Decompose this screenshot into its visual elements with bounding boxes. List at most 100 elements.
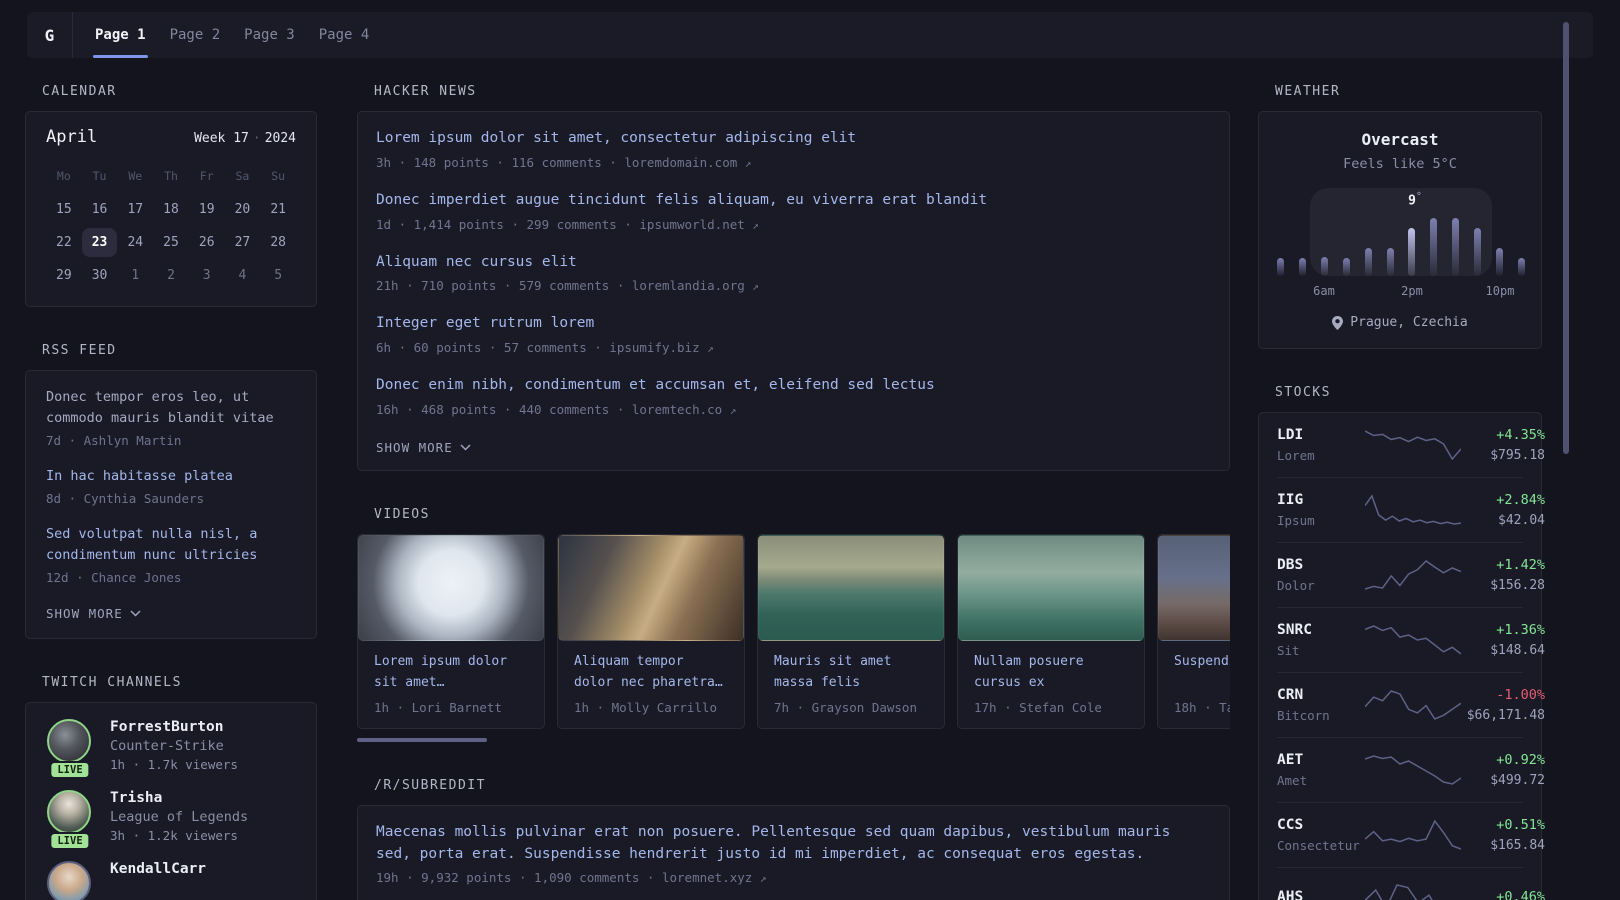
calendar-day: 20 (234, 202, 251, 217)
video-thumbnail (758, 534, 944, 641)
app-logo[interactable]: G (27, 12, 73, 58)
twitch-channel-name[interactable]: Trisha (110, 790, 248, 806)
twitch-channel-name[interactable]: ForrestBurton (110, 719, 238, 735)
stock-price: $795.18 (1490, 448, 1545, 463)
video-thumbnail (958, 534, 1144, 641)
stock-row[interactable]: LDI Lorem +4.35% $795.18 (1277, 413, 1545, 477)
video-title[interactable]: Nullam posuere cursus ex (974, 652, 1128, 694)
hn-item-domain[interactable]: ipsumify.biz ↗ (609, 340, 713, 355)
weather-section-title: WEATHER (1275, 84, 1341, 99)
weather-bar (1474, 228, 1482, 276)
video-meta: 17h · Stefan Cole (974, 699, 1102, 715)
hacker-news-widget: HACKER NEWS Lorem ipsum dolor sit amet, … (357, 84, 1230, 471)
twitch-channel-row[interactable]: LIVE Trisha League of Legends 3h · 1.2k … (46, 789, 296, 850)
videos-section-title: VIDEOS (374, 506, 430, 522)
twitch-channel-viewers: 1h · 1.7k viewers (110, 756, 238, 772)
reddit-widget: /R/SUBREDDIT Maecenas mollis pulvinar er… (357, 778, 1230, 900)
weather-bar (1517, 258, 1525, 276)
stock-name: Ipsum (1277, 513, 1315, 528)
hn-item: Lorem ipsum dolor sit amet, consectetur … (376, 128, 1211, 170)
calendar-day: 15 (56, 202, 72, 217)
rss-show-more-button[interactable]: SHOW MORE (46, 606, 141, 621)
stock-name: Consectetur (1277, 838, 1360, 853)
video-card[interactable]: Nullam posuere cursus ex 17h · Stefan Co… (957, 533, 1145, 729)
top-navbar: G Page 1 Page 2 Page 3 Page 4 (27, 12, 1593, 58)
calendar-day: 5 (274, 268, 283, 283)
calendar-dayname: Sa (235, 169, 250, 183)
tab-page-1[interactable]: Page 1 (83, 12, 158, 58)
hn-item-domain[interactable]: loremdomain.com ↗ (624, 155, 751, 170)
stock-row[interactable]: AET Amet +0.92% $499.72 (1277, 737, 1545, 802)
weather-bar (1408, 228, 1416, 276)
stock-change: -1.00% (1496, 687, 1545, 703)
hn-item-title[interactable]: Integer eget rutrum lorem (376, 313, 1211, 335)
video-title[interactable]: Mauris sit amet massa felis (774, 652, 928, 694)
page-tabs: Page 1 Page 2 Page 3 Page 4 (83, 12, 381, 58)
stock-name: Lorem (1277, 448, 1315, 463)
live-badge: LIVE (49, 760, 91, 779)
stock-row[interactable]: IIG Ipsum +2.84% $42.04 (1277, 477, 1545, 542)
avatar (47, 860, 91, 900)
tab-page-2[interactable]: Page 2 (158, 12, 233, 58)
stock-symbol: SNRC (1277, 622, 1312, 638)
rss-item-title[interactable]: Donec tempor eros leo, ut commodo mauris… (46, 387, 296, 429)
videos-widget: VIDEOS Lorem ipsum dolor sit amet consec… (357, 507, 1230, 742)
stock-price: $165.84 (1490, 838, 1545, 853)
rss-item-title[interactable]: In hac habitasse platea (46, 466, 296, 487)
hn-item: Aliquam nec cursus elit 21h · 710 points… (376, 252, 1211, 294)
avatar (47, 789, 91, 834)
calendar-grid: Mo Tu We Th Fr Sa Su 15 16 17 18 19 20 2… (46, 163, 296, 290)
hn-item-meta: 21h · 710 points · 579 comments · loreml… (376, 278, 759, 294)
hn-item-title[interactable]: Aliquam nec cursus elit (376, 252, 1211, 274)
stock-name: Dolor (1277, 578, 1315, 593)
weather-bar (1386, 248, 1394, 276)
video-title[interactable]: Suspendisse diam (1174, 652, 1230, 694)
reddit-post-title[interactable]: Maecenas mollis pulvinar erat non posuer… (376, 822, 1211, 866)
weather-location: Prague, Czechia (1277, 315, 1523, 330)
hn-item-title[interactable]: Donec imperdiet augue tincidunt felis al… (376, 190, 1211, 212)
weather-bar (1364, 248, 1372, 276)
chevron-down-icon (130, 610, 141, 617)
stock-price: $156.28 (1490, 578, 1545, 593)
page-scrollbar-thumb[interactable] (1563, 22, 1569, 454)
video-card[interactable]: Lorem ipsum dolor sit amet consectetu… 1… (357, 533, 545, 729)
rss-item-meta: 8d · Cynthia Saunders (46, 490, 205, 506)
stock-symbol: CCS (1277, 817, 1304, 833)
twitch-channel-row[interactable]: LIVE ForrestBurton Counter-Strike 1h · 1… (46, 718, 296, 779)
tab-page-3[interactable]: Page 3 (232, 12, 307, 58)
weather-time-label: 6am (1313, 284, 1335, 298)
stock-row[interactable]: CRN Bitcorn -1.00% $66,171.48 (1277, 672, 1545, 737)
rss-item-title[interactable]: Sed volutpat nulla nisl, a condimentum n… (46, 524, 296, 566)
hn-show-more-button[interactable]: SHOW MORE (376, 440, 471, 455)
video-card[interactable]: Suspendisse diam 18h · Tara (1157, 533, 1230, 729)
video-card[interactable]: Mauris sit amet massa felis 7h · Grayson… (757, 533, 945, 729)
stock-row[interactable]: CCS Consectetur +0.51% $165.84 (1277, 802, 1545, 867)
calendar-day: 1 (131, 268, 140, 283)
hn-item-title[interactable]: Lorem ipsum dolor sit amet, consectetur … (376, 128, 1211, 150)
video-title[interactable]: Aliquam tempor dolor nec pharetra… (574, 652, 728, 694)
twitch-channel-viewers: 3h · 1.2k viewers (110, 827, 238, 843)
hn-item-title[interactable]: Donec enim nibh, condimentum et accumsan… (376, 375, 1211, 397)
stock-price: $42.04 (1498, 513, 1545, 528)
hn-item-meta: 1d · 1,414 points · 299 comments · ipsum… (376, 216, 759, 232)
stock-row[interactable]: SNRC Sit +1.36% $148.64 (1277, 607, 1545, 672)
stock-row[interactable]: AHS +0.46% (1277, 867, 1545, 900)
reddit-post-domain[interactable]: loremnet.xyz ↗ (662, 870, 766, 885)
twitch-channel-row[interactable]: KendallCarr (46, 860, 296, 900)
videos-carousel: Lorem ipsum dolor sit amet consectetu… 1… (357, 533, 1230, 729)
stock-row[interactable]: DBS Dolor +1.42% $156.28 (1277, 542, 1545, 607)
weather-bar (1342, 258, 1350, 276)
twitch-channel-name[interactable]: KendallCarr (110, 861, 206, 877)
external-link-icon: ↗ (752, 218, 759, 232)
weather-bar (1496, 248, 1503, 276)
tab-page-4[interactable]: Page 4 (307, 12, 382, 58)
hn-item-domain[interactable]: ipsumworld.net ↗ (639, 217, 759, 232)
hn-item: Integer eget rutrum lorem 6h · 60 points… (376, 313, 1211, 355)
hn-item-domain[interactable]: loremtech.co ↗ (632, 402, 736, 417)
weather-time-label: 2pm (1401, 284, 1423, 298)
video-title[interactable]: Lorem ipsum dolor sit amet consectetu… (374, 652, 528, 694)
carousel-scroll-thumb[interactable] (357, 737, 487, 742)
rss-item: Donec tempor eros leo, ut commodo mauris… (46, 387, 296, 448)
video-card[interactable]: Aliquam tempor dolor nec pharetra… 1h · … (557, 533, 745, 729)
hn-item-domain[interactable]: loremlandia.org ↗ (632, 278, 759, 293)
